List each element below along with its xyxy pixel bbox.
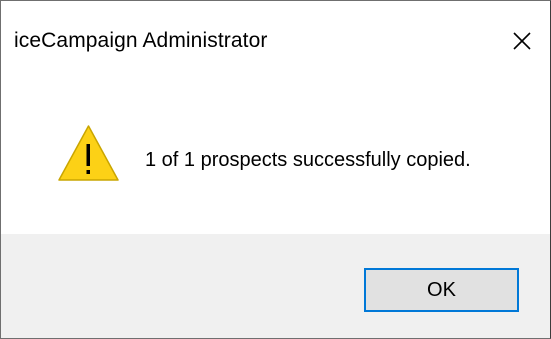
ok-button-label: OK: [427, 278, 456, 301]
dialog-content: 1 of 1 prospects successfully copied.: [1, 79, 550, 234]
dialog-title: iceCampaign Administrator: [14, 29, 268, 52]
message-dialog: iceCampaign Administrator 1 of 1 prospec…: [0, 0, 551, 339]
close-icon: [513, 32, 531, 50]
ok-button[interactable]: OK: [364, 268, 519, 312]
close-button[interactable]: [502, 21, 542, 61]
warning-icon: [58, 125, 119, 181]
title-bar: iceCampaign Administrator: [1, 1, 550, 79]
dialog-footer: OK: [1, 234, 550, 338]
dialog-message: 1 of 1 prospects successfully copied.: [145, 149, 471, 171]
